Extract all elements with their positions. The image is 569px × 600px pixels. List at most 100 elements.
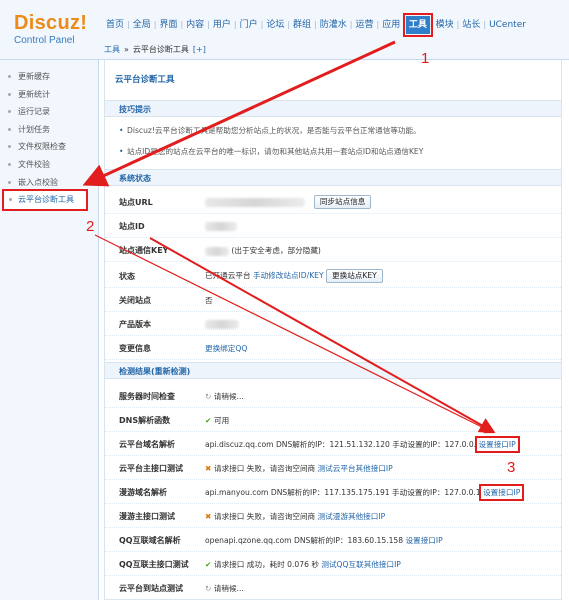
sidebar-item[interactable]: 更新缓存 xyxy=(0,68,98,86)
check-row-result: 请稍候... xyxy=(213,584,244,593)
check-row: 云平台主接口测试 ✖ 请求接口 失败，请咨询空间商 测试云平台其他接口IP xyxy=(105,456,561,480)
check-row-result: 请求接口 失败，请咨询空间商 xyxy=(214,464,316,473)
site-key-label: 站点通信KEY xyxy=(119,246,169,255)
sync-site-info-button[interactable]: 同步站点信息 xyxy=(313,195,372,209)
sidebar: 更新缓存 更新统计 运行记录 计划任务 文件权限检查 文件校验 嵌入点校验 云平台诊断工具 xyxy=(0,60,99,600)
version-label: 产品版本 xyxy=(119,320,151,329)
set-interface-ip-link[interactable]: 设置接口IP xyxy=(474,436,520,453)
check-row-label: 漫游主接口测试 xyxy=(119,512,175,521)
nav-item[interactable]: 站长 xyxy=(459,16,483,34)
annotation-number-3: 3 xyxy=(507,459,516,476)
check-row: QQ互联主接口测试 ✔ 请求接口 成功，耗时 0.076 秒 测试QQ互联其他接口… xyxy=(105,552,561,576)
check-row: DNS解析函数 ✔ 可用 xyxy=(105,408,561,432)
status-header: 系统状态 xyxy=(105,169,561,186)
check-row-result: 可用 xyxy=(214,416,230,425)
site-id-value xyxy=(205,221,237,231)
site-url-value xyxy=(205,197,305,207)
set-interface-ip-link[interactable]: 设置接口IP xyxy=(479,484,525,501)
closed-row: 关闭站点 否 xyxy=(105,288,561,312)
cross-icon: ✖ xyxy=(205,464,215,473)
main-panel: 云平台诊断工具 技巧提示 Discuz!云平台诊断工具是帮助您分析站点上的状况，… xyxy=(104,60,562,600)
closed-value: 否 xyxy=(205,296,213,305)
annotation-number-2: 2 xyxy=(86,218,95,235)
nav-item[interactable]: 全局 xyxy=(130,16,154,34)
sidebar-item[interactable]: 文件权限检查 xyxy=(0,138,98,156)
tips-header: 技巧提示 xyxy=(105,100,561,117)
set-interface-ip-link[interactable]: 设置接口IP xyxy=(406,536,443,545)
nav-item[interactable]: 模块 xyxy=(433,16,457,34)
test-other-interface-link[interactable]: 测试云平台其他接口IP xyxy=(318,464,393,473)
check-row-label: QQ互联主接口测试 xyxy=(119,560,189,569)
version-row: 产品版本 xyxy=(105,312,561,336)
check-row-result: api.manyou.com DNS解析的IP：117.135.175.191 … xyxy=(205,488,481,497)
change-bound-qq-link[interactable]: 更换绑定QQ xyxy=(205,344,247,353)
nav-item[interactable]: 群组 xyxy=(290,16,314,34)
site-id-row: 站点ID xyxy=(105,214,561,238)
nav-item[interactable]: 内容 xyxy=(183,16,207,34)
check-header: 检测结果(重新检测) xyxy=(105,362,561,379)
nav-item[interactable]: 工具 xyxy=(402,13,433,37)
breadcrumb: 工具 » 云平台诊断工具 [+] xyxy=(104,42,206,57)
nav-item[interactable]: 门户 xyxy=(237,16,261,34)
check-row: 服务器时间检查 ↻ 请稍候... xyxy=(105,384,561,408)
check-icon: ✔ xyxy=(205,560,215,569)
page-title: 云平台诊断工具 xyxy=(115,75,175,85)
tip-item: 站点ID是您的站点在云平台的唯一标识，请勿和其他站点共用一套站点ID和站点通信K… xyxy=(119,146,423,158)
check-row: 云平台到站点测试 ↻ 请稍候... xyxy=(105,576,561,600)
check-row-label: 云平台到站点测试 xyxy=(119,584,183,593)
change-site-key-button[interactable]: 更换站点KEY xyxy=(326,269,383,283)
site-id-label: 站点ID xyxy=(119,222,145,231)
check-row: 云平台域名解析 api.discuz.qq.com DNS解析的IP：121.51… xyxy=(105,432,561,456)
bind-row: 变更信息 更换绑定QQ xyxy=(105,336,561,360)
check-row-result: 请求接口 失败，请咨询空间商 xyxy=(214,512,316,521)
nav-item[interactable]: 运营 xyxy=(352,16,376,34)
breadcrumb-current: 云平台诊断工具 xyxy=(132,45,189,54)
tip-item: Discuz!云平台诊断工具是帮助您分析站点上的状况，是否能与云平台正常通信等功… xyxy=(119,125,421,137)
logo-text: Discuz! xyxy=(14,12,88,34)
check-row-result: openapi.qzone.qq.com DNS解析的IP：183.60.15.… xyxy=(205,536,404,545)
nav-item[interactable]: 用户 xyxy=(210,16,234,34)
test-other-interface-link[interactable]: 测试QQ互联其他接口IP xyxy=(321,560,401,569)
site-key-value xyxy=(205,246,229,256)
state-value: 已开通云平台 xyxy=(205,271,251,280)
check-row-result: api.discuz.qq.com DNS解析的IP：121.51.132.12… xyxy=(205,440,477,449)
edit-site-id-key-link[interactable]: 手动修改站点ID/KEY xyxy=(253,271,324,280)
sidebar-item[interactable]: 更新统计 xyxy=(0,86,98,104)
top-nav: 首页 | 全局 | 界面 | 内容 | 用户 | 门户 | 论坛 | 群组 | 防灌水 | 运营 | 应用 | 工具 | 模块 |… xyxy=(103,13,529,37)
sidebar-item[interactable]: 计划任务 xyxy=(0,121,98,139)
sidebar-item[interactable]: 云平台诊断工具 xyxy=(2,189,88,211)
check-row: 漫游主接口测试 ✖ 请求接口 失败，请咨询空间商 测试漫游其他接口IP xyxy=(105,504,561,528)
sidebar-item[interactable]: 嵌入点校验 xyxy=(0,174,98,192)
nav-item[interactable]: 首页 xyxy=(103,16,127,34)
cross-icon: ✖ xyxy=(205,512,215,521)
version-value xyxy=(205,319,239,329)
check-icon: ✔ xyxy=(205,416,215,425)
top-header: Discuz! Control Panel 首页 | 全局 | 界面 | 内容 | 用户 | 门户 |… xyxy=(0,0,569,60)
check-row: 漫游域名解析 api.manyou.com DNS解析的IP：117.135.17… xyxy=(105,480,561,504)
logo-subtitle: Control Panel xyxy=(14,35,75,46)
test-other-interface-link[interactable]: 测试漫游其他接口IP xyxy=(318,512,386,521)
site-url-row: 站点URL 同步站点信息 xyxy=(105,190,561,214)
site-url-label: 站点URL xyxy=(119,198,153,207)
check-row-label: 云平台域名解析 xyxy=(119,440,175,449)
closed-label: 关闭站点 xyxy=(119,296,151,305)
nav-item[interactable]: UCenter xyxy=(486,16,529,34)
discuz-logo[interactable]: Discuz! Control Panel xyxy=(14,13,87,46)
nav-item[interactable]: 论坛 xyxy=(263,16,287,34)
breadcrumb-parent[interactable]: 工具 xyxy=(104,44,120,55)
state-label: 状态 xyxy=(119,272,135,281)
sidebar-item[interactable]: 运行记录 xyxy=(0,103,98,121)
nav-item[interactable]: 界面 xyxy=(156,16,180,34)
sidebar-item[interactable]: 文件校验 xyxy=(0,156,98,174)
breadcrumb-separator: » xyxy=(124,45,129,54)
site-key-note: (出于安全考虑，部分隐藏) xyxy=(231,246,321,255)
add-shortcut-link[interactable]: [+] xyxy=(193,45,206,54)
check-row: QQ互联域名解析 openapi.qzone.qq.com DNS解析的IP：18… xyxy=(105,528,561,552)
check-row-label: 云平台主接口测试 xyxy=(119,464,183,473)
bind-label: 变更信息 xyxy=(119,344,151,353)
check-row-label: 服务器时间检查 xyxy=(119,392,175,401)
nav-item[interactable]: 防灌水 xyxy=(317,16,350,34)
check-row-result: 请求接口 成功，耗时 0.076 秒 xyxy=(214,560,319,569)
site-key-row: 站点通信KEY (出于安全考虑，部分隐藏) xyxy=(105,238,561,262)
nav-item[interactable]: 应用 xyxy=(379,16,403,34)
